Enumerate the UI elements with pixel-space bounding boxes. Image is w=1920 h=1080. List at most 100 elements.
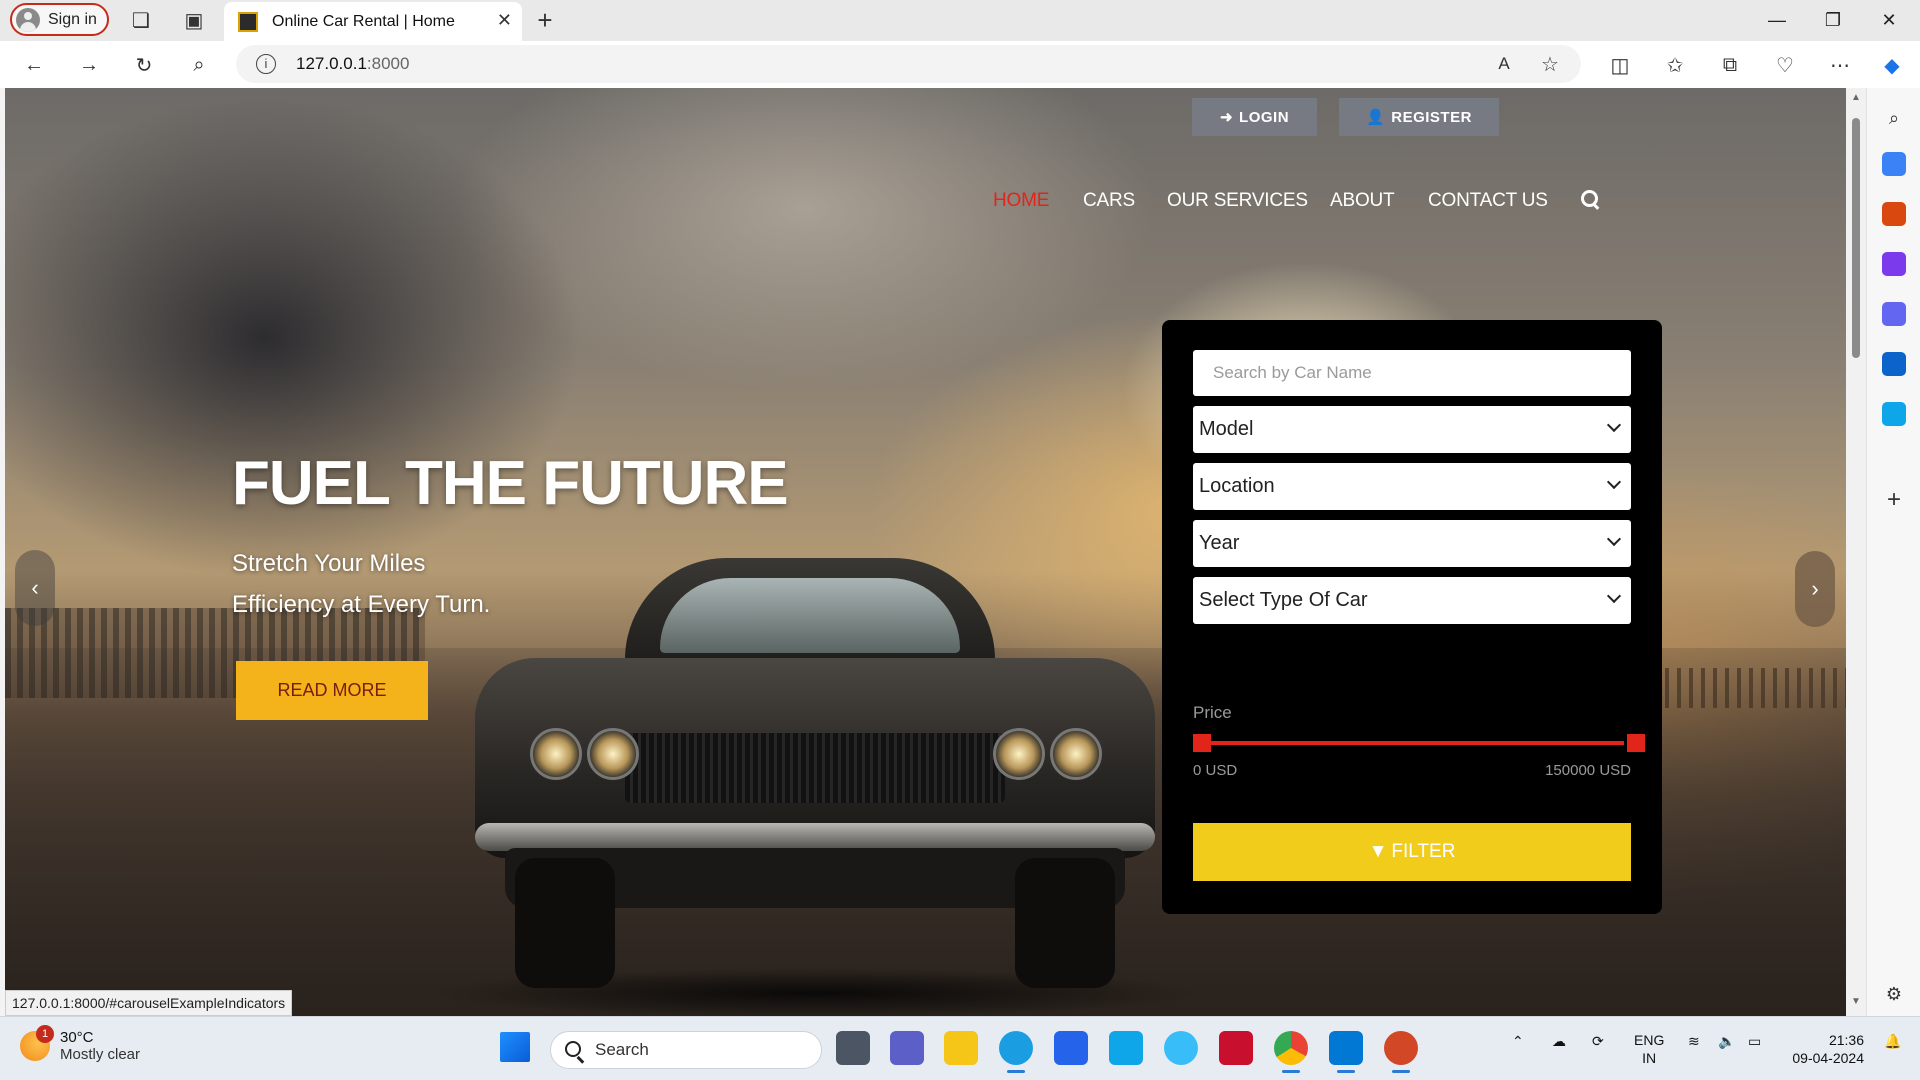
outlook-icon[interactable] xyxy=(1882,352,1906,376)
scroll-down-icon[interactable]: ▼ xyxy=(1851,996,1861,1007)
nav-cars[interactable]: CARS xyxy=(1083,190,1135,212)
car-name-search-input[interactable]: Search by Car Name xyxy=(1193,350,1631,396)
search-page-icon[interactable]: ⌕ xyxy=(183,49,215,81)
login-icon: ➜ xyxy=(1219,109,1234,126)
browser-tab-bar: Sign in ❏ ▣ Online Car Rental | Home ✕ +… xyxy=(0,0,1920,41)
tools-icon[interactable] xyxy=(1882,202,1906,226)
price-min-handle[interactable] xyxy=(1193,734,1211,752)
nav-about[interactable]: ABOUT xyxy=(1330,190,1395,212)
year-select[interactable]: Year xyxy=(1193,520,1631,567)
browser-address-bar: ← → ↻ ⌕ i 127.0.0.1:8000 A ☆ ◫ ✩ ⧉ ♡ ⋯ ◆ xyxy=(0,41,1920,88)
close-tab-icon[interactable]: ✕ xyxy=(497,10,512,31)
scroll-up-icon[interactable]: ▲ xyxy=(1851,92,1861,103)
taskbar-search-box[interactable]: Search xyxy=(550,1031,822,1069)
vscode-icon[interactable] xyxy=(1329,1031,1363,1073)
drop-icon[interactable] xyxy=(1882,402,1906,426)
price-range-slider[interactable] xyxy=(1200,741,1624,745)
sync-icon[interactable]: ⟳ xyxy=(1592,1033,1604,1050)
filter-button-label: FILTER xyxy=(1391,841,1456,862)
model-select[interactable]: Model xyxy=(1193,406,1631,453)
forward-icon[interactable]: → xyxy=(73,49,105,81)
battery-icon[interactable]: ▭ xyxy=(1748,1033,1761,1050)
shopping-tag-icon[interactable] xyxy=(1882,152,1906,176)
scrollbar-thumb[interactable] xyxy=(1852,118,1860,358)
chevron-down-icon xyxy=(1606,531,1622,547)
task-view-icon[interactable] xyxy=(836,1031,870,1065)
price-max-value: 150000 USD xyxy=(1545,762,1631,779)
sidebar-search-icon[interactable]: ⌕ xyxy=(1878,102,1910,134)
taskbar-search-label: Search xyxy=(595,1040,649,1059)
workspaces-icon[interactable]: ❏ xyxy=(125,4,157,36)
minimize-window-icon[interactable]: — xyxy=(1754,4,1800,36)
site-favicon-icon xyxy=(238,11,258,32)
profile-sign-in-button[interactable]: Sign in xyxy=(10,3,109,36)
edge-sidebar: ⌕ + ⚙ xyxy=(1866,88,1920,1016)
refresh-icon[interactable]: ↻ xyxy=(128,49,160,81)
url-input[interactable]: i 127.0.0.1:8000 A ☆ xyxy=(236,45,1581,83)
nav-search-icon[interactable] xyxy=(1579,188,1603,212)
site-info-icon[interactable]: i xyxy=(256,54,276,74)
games-icon[interactable] xyxy=(1882,252,1906,276)
register-button[interactable]: 👤 REGISTER xyxy=(1339,98,1499,136)
system-clock[interactable]: 21:36 09-04-2024 xyxy=(1784,1031,1864,1067)
price-max-handle[interactable] xyxy=(1627,734,1645,752)
volume-icon[interactable]: 🔈 xyxy=(1718,1033,1735,1050)
restore-window-icon[interactable]: ❐ xyxy=(1810,4,1856,36)
new-tab-icon[interactable]: + xyxy=(529,4,561,36)
favorite-star-icon[interactable]: ☆ xyxy=(1534,48,1566,80)
file-explorer-icon[interactable] xyxy=(944,1031,978,1065)
page-scrollbar[interactable]: ▲ ▼ xyxy=(1846,88,1866,1016)
sidebar-settings-icon[interactable]: ⚙ xyxy=(1878,978,1910,1010)
microsoft-365-icon[interactable] xyxy=(1882,302,1906,326)
wifi-icon[interactable]: ≋ xyxy=(1688,1033,1700,1050)
myhp-icon[interactable] xyxy=(1109,1031,1143,1065)
tab-title: Online Car Rental | Home xyxy=(272,12,455,30)
tab-actions-icon[interactable]: ▣ xyxy=(178,4,210,36)
web-page: ➜ LOGIN 👤 REGISTER HOME CARS OUR SERVICE… xyxy=(5,88,1846,1016)
carousel-prev-button[interactable]: ‹ xyxy=(15,550,55,626)
url-port: :8000 xyxy=(366,54,410,73)
read-more-button[interactable]: READ MORE xyxy=(236,661,428,720)
location-select[interactable]: Location xyxy=(1193,463,1631,510)
add-sidebar-app-icon[interactable]: + xyxy=(1878,484,1910,516)
show-hidden-icons-icon[interactable]: ⌃ xyxy=(1512,1033,1524,1050)
back-icon[interactable]: ← xyxy=(18,49,50,81)
edge-browser-icon[interactable] xyxy=(999,1031,1033,1073)
close-window-icon[interactable]: ✕ xyxy=(1866,4,1912,36)
onedrive-icon[interactable]: ☁ xyxy=(1552,1033,1566,1050)
split-screen-icon[interactable]: ◫ xyxy=(1604,49,1636,81)
windows-taskbar: 1 30°C Mostly clear Search ⌃ ☁ ⟳ ENG IN … xyxy=(0,1016,1920,1080)
profile-avatar-icon xyxy=(16,7,40,32)
year-select-value: Year xyxy=(1199,532,1240,554)
collections-icon[interactable]: ⧉ xyxy=(1714,49,1746,81)
car-type-select-value: Select Type Of Car xyxy=(1199,589,1368,611)
login-label: LOGIN xyxy=(1239,108,1290,126)
price-min-value: 0 USD xyxy=(1193,762,1238,779)
copilot-icon[interactable]: ◆ xyxy=(1876,49,1908,81)
read-aloud-icon[interactable]: A xyxy=(1488,48,1520,80)
microsoft-store-icon[interactable] xyxy=(1054,1031,1088,1065)
chrome-icon[interactable] xyxy=(1274,1031,1308,1073)
hero-title: FUEL THE FUTURE xyxy=(232,449,789,518)
nav-contact-us[interactable]: CONTACT US xyxy=(1428,190,1548,212)
carousel-next-button[interactable]: › xyxy=(1795,551,1835,627)
favorites-icon[interactable]: ✩ xyxy=(1659,49,1691,81)
help-icon[interactable] xyxy=(1164,1031,1198,1065)
weather-sun-icon: 1 xyxy=(20,1025,54,1061)
input-language-indicator[interactable]: ENG IN xyxy=(1634,1031,1664,1067)
notifications-bell-icon[interactable]: 🔔 xyxy=(1884,1033,1901,1050)
powerpoint-icon[interactable] xyxy=(1384,1031,1418,1073)
browser-tab-active[interactable]: Online Car Rental | Home ✕ xyxy=(224,2,522,41)
weather-widget[interactable]: 1 30°C Mostly clear xyxy=(20,1025,140,1063)
car-type-select[interactable]: Select Type Of Car xyxy=(1193,577,1631,624)
nav-home[interactable]: HOME xyxy=(993,190,1049,212)
nav-our-services[interactable]: OUR SERVICES xyxy=(1167,190,1308,212)
browser-essentials-icon[interactable]: ♡ xyxy=(1769,49,1801,81)
login-button[interactable]: ➜ LOGIN xyxy=(1192,98,1317,136)
chevron-left-icon: ‹ xyxy=(31,575,39,600)
more-menu-icon[interactable]: ⋯ xyxy=(1824,49,1856,81)
start-windows-icon[interactable] xyxy=(500,1032,530,1062)
teams-chat-icon[interactable] xyxy=(890,1031,924,1065)
mcafee-icon[interactable] xyxy=(1219,1031,1253,1065)
filter-button[interactable]: ▼ FILTER xyxy=(1193,823,1631,881)
